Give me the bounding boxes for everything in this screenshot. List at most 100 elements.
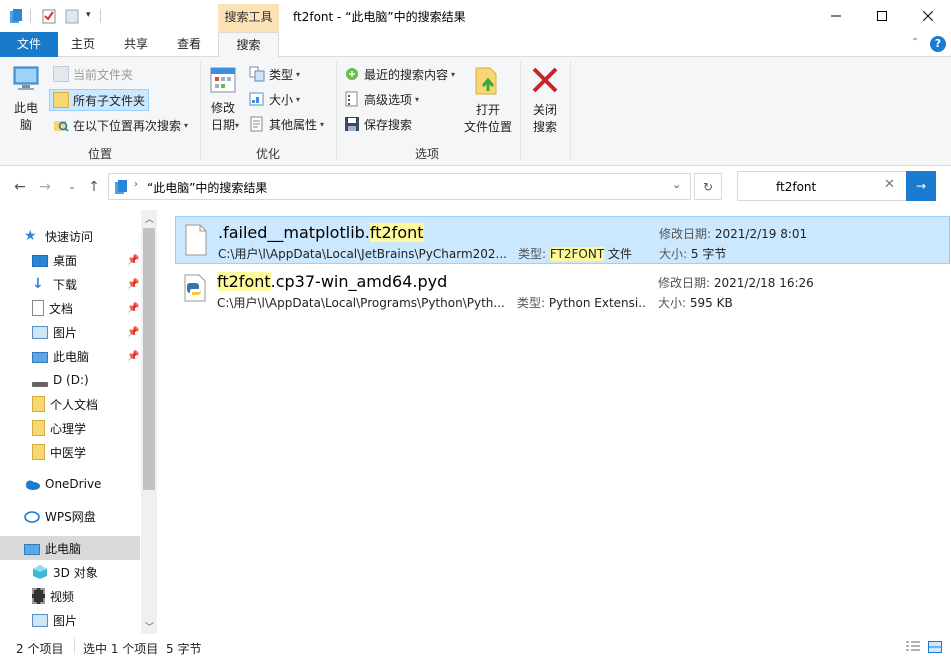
back-button[interactable]: ← bbox=[10, 176, 30, 198]
ribbon-separator bbox=[570, 61, 571, 161]
close-search-label: 关闭 搜索 bbox=[532, 103, 557, 134]
scroll-thumb[interactable] bbox=[143, 228, 155, 490]
tab-home[interactable]: 主页 bbox=[60, 32, 106, 57]
computer-icon bbox=[13, 66, 39, 90]
pin-icon[interactable]: 📌 bbox=[127, 327, 139, 338]
large-icons-view-icon[interactable] bbox=[927, 640, 943, 654]
computer-icon bbox=[24, 543, 40, 555]
recent-locations-button[interactable]: ⌄ bbox=[65, 176, 79, 198]
this-pc-location-button[interactable]: 此电 脑 bbox=[6, 65, 46, 134]
file-row-ft2font-pyd[interactable]: ft2font.cp37-win_amd64.pyd C:\用户\l\AppDa… bbox=[175, 266, 950, 314]
open-location-icon bbox=[475, 67, 497, 95]
recent-searches-button[interactable]: 最近的搜索内容 ▾ bbox=[341, 63, 458, 85]
other-properties-button[interactable]: 其他属性 ▾ bbox=[246, 113, 327, 135]
new-folder-icon[interactable] bbox=[65, 8, 79, 24]
up-button[interactable]: ↑ bbox=[84, 176, 104, 198]
ribbon-separator bbox=[200, 61, 201, 161]
refresh-button[interactable]: ↻ bbox=[694, 173, 722, 200]
folder-app-icon[interactable] bbox=[10, 8, 24, 24]
document-icon bbox=[32, 300, 44, 316]
arrow-left-icon: ← bbox=[14, 179, 26, 195]
search-results-folder-icon bbox=[115, 180, 127, 194]
maximize-button[interactable] bbox=[859, 0, 905, 32]
computer-icon bbox=[32, 351, 48, 363]
tab-search[interactable]: 搜索 bbox=[218, 32, 279, 58]
minimize-icon bbox=[831, 15, 841, 17]
qa-customize-icon[interactable]: ▾ bbox=[86, 10, 91, 20]
star-icon: ★ bbox=[24, 228, 37, 244]
maximize-icon bbox=[877, 11, 887, 21]
scroll-up-icon[interactable]: ︿ bbox=[145, 212, 154, 225]
nav-item-chinese-medicine[interactable]: 中医学 bbox=[0, 440, 140, 464]
search-box[interactable]: ✕ bbox=[737, 171, 907, 201]
details-view-icon[interactable] bbox=[905, 640, 921, 654]
search-go-button[interactable]: → bbox=[906, 171, 936, 201]
pin-icon[interactable]: 📌 bbox=[127, 351, 139, 362]
close-button[interactable] bbox=[905, 0, 951, 32]
advanced-options-button[interactable]: 高级选项 ▾ bbox=[341, 88, 422, 110]
file-row-failed-matplotlib[interactable]: .failed__matplotlib.ft2font C:\用户\l\AppD… bbox=[175, 216, 950, 264]
nav-item-drive-d[interactable]: D (D:) bbox=[0, 368, 140, 392]
context-tab-search-tools: 搜索工具 bbox=[218, 4, 279, 32]
file-type: 类型: Python Extensi... bbox=[517, 296, 645, 310]
tab-view[interactable]: 查看 bbox=[166, 32, 212, 57]
address-bar[interactable]: › “此电脑”中的搜索结果 ⌄ bbox=[108, 173, 691, 200]
all-subfolders-button[interactable]: 所有子文件夹 bbox=[49, 89, 150, 111]
file-name: .failed__matplotlib.ft2font bbox=[218, 223, 424, 242]
tab-file[interactable]: 文件 bbox=[0, 32, 58, 57]
status-bar: 2 个项目 选中 1 个项目 5 字节 bbox=[0, 636, 951, 660]
properties-doc-icon bbox=[249, 116, 265, 132]
close-search-button[interactable]: 关闭 搜索 bbox=[524, 65, 566, 136]
nav-scrollbar[interactable]: ︿ ﹀ bbox=[141, 210, 157, 634]
ribbon-tabs: 文件 主页 共享 查看 搜索 ⌃ ? bbox=[0, 32, 951, 58]
search-input[interactable] bbox=[776, 178, 876, 196]
breadcrumb-search-results[interactable]: “此电脑”中的搜索结果 bbox=[147, 179, 267, 196]
tab-share[interactable]: 共享 bbox=[113, 32, 159, 57]
nav-item-personal-docs[interactable]: 个人文档 bbox=[0, 392, 140, 416]
title-bar: ▾ 搜索工具 ft2font - “此电脑”中的搜索结果 bbox=[0, 0, 951, 32]
pin-icon[interactable]: 📌 bbox=[127, 303, 139, 314]
open-file-location-button[interactable]: 打开 文件位置 bbox=[460, 65, 516, 136]
properties-icon[interactable] bbox=[42, 8, 56, 24]
nav-item-pc-pictures[interactable]: 图片 bbox=[0, 608, 140, 632]
save-search-button[interactable]: 保存搜索 bbox=[341, 113, 415, 135]
pin-icon[interactable]: 📌 bbox=[127, 255, 139, 266]
nav-quick-access[interactable]: ★ 快速访问 bbox=[0, 224, 140, 248]
kind-button[interactable]: 类型 ▾ bbox=[246, 63, 303, 85]
file-name: ft2font.cp37-win_amd64.pyd bbox=[217, 272, 448, 291]
clear-search-icon[interactable]: ✕ bbox=[884, 177, 895, 192]
nav-item-videos[interactable]: 视频 bbox=[0, 584, 140, 608]
folder-icon bbox=[32, 396, 45, 412]
nav-item-psychology[interactable]: 心理学 bbox=[0, 416, 140, 440]
nav-item-desktop[interactable]: 桌面 📌 bbox=[0, 248, 140, 272]
location-group-label: 位置 bbox=[87, 147, 112, 161]
window-title: ft2font - “此电脑”中的搜索结果 bbox=[293, 10, 466, 24]
pin-icon[interactable]: 📌 bbox=[127, 279, 139, 290]
ribbon-collapse-icon[interactable]: ⌃ bbox=[911, 37, 919, 48]
selected-count: 选中 1 个项目 bbox=[83, 642, 159, 656]
size-button[interactable]: 大小 ▾ bbox=[246, 88, 303, 110]
forward-button[interactable]: → bbox=[35, 176, 55, 198]
close-icon bbox=[923, 11, 933, 21]
refresh-icon: ↻ bbox=[702, 179, 714, 194]
nav-item-this-pc-pinned[interactable]: 此电脑 📌 bbox=[0, 344, 140, 368]
nav-wps-drive[interactable]: WPS网盘 bbox=[0, 504, 140, 528]
nav-this-pc[interactable]: 此电脑 bbox=[0, 536, 140, 560]
help-icon[interactable]: ? bbox=[930, 36, 946, 52]
nav-item-pictures[interactable]: 图片 📌 bbox=[0, 320, 140, 344]
search-again-button[interactable]: 在以下位置再次搜索 ▾ bbox=[50, 114, 191, 136]
current-folder-button[interactable]: 当前文件夹 bbox=[50, 63, 136, 85]
blank-file-icon bbox=[185, 224, 207, 256]
python-file-icon bbox=[184, 274, 206, 302]
nav-item-3d-objects[interactable]: 3D 对象 bbox=[0, 560, 140, 584]
scroll-down-icon[interactable]: ﹀ bbox=[145, 620, 154, 633]
status-separator bbox=[74, 638, 75, 654]
address-dropdown-icon[interactable]: ⌄ bbox=[672, 178, 681, 191]
minimize-button[interactable] bbox=[813, 0, 859, 32]
qa-separator bbox=[30, 9, 31, 23]
selected-size: 5 字节 bbox=[166, 642, 202, 656]
nav-item-documents[interactable]: 文档 📌 bbox=[0, 296, 140, 320]
nav-item-downloads[interactable]: ↓ 下载 📌 bbox=[0, 272, 140, 296]
nav-onedrive[interactable]: OneDrive bbox=[0, 472, 140, 496]
wps-cloud-icon bbox=[24, 508, 40, 524]
